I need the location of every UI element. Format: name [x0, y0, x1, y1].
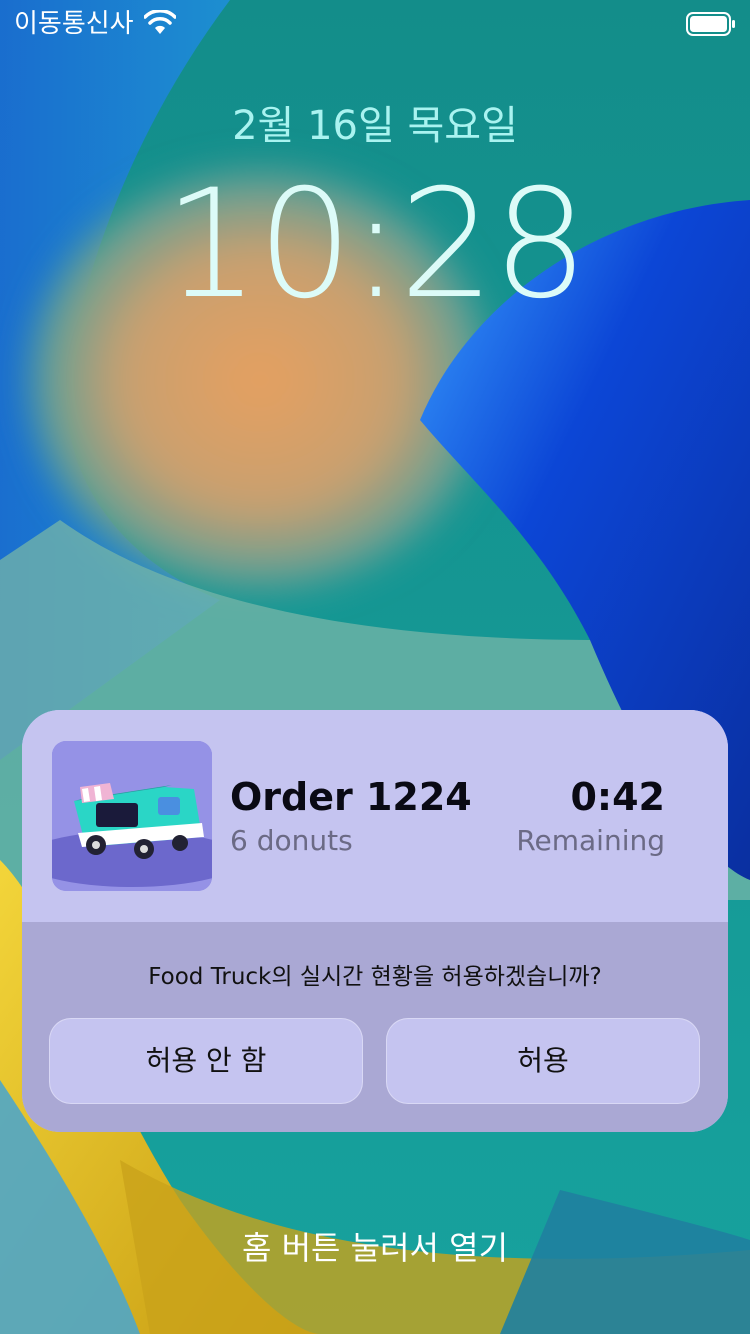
- allow-button[interactable]: 허용: [386, 1018, 700, 1104]
- carrier-label: 이동통신사: [14, 9, 134, 39]
- status-bar: 이동통신사: [0, 0, 750, 48]
- live-activity-permission-card: Order 1224 6 donuts 0:42 Remaining Food …: [22, 710, 728, 1132]
- food-truck-icon: [52, 741, 212, 891]
- live-activity-preview: Order 1224 6 donuts 0:42 Remaining: [22, 710, 728, 922]
- wifi-icon: [144, 10, 176, 34]
- lock-screen-date: 2월 16일 목요일: [232, 103, 518, 149]
- order-subtitle: 6 donuts: [230, 824, 353, 857]
- permission-question: Food Truck의 실시간 현황을 허용하겠습니까?: [148, 964, 602, 990]
- battery-icon: [686, 12, 735, 36]
- lock-screen-time: 10:28: [163, 158, 588, 332]
- permission-prompt: Food Truck의 실시간 현황을 허용하겠습니까? 허용 안 함 허용: [22, 922, 728, 1132]
- remaining-label: Remaining: [516, 824, 665, 857]
- deny-button[interactable]: 허용 안 함: [49, 1018, 363, 1104]
- home-button-hint: 홈 버튼 눌러서 열기: [241, 1229, 509, 1267]
- remaining-timer: 0:42: [570, 775, 665, 819]
- order-title: Order 1224: [230, 775, 472, 819]
